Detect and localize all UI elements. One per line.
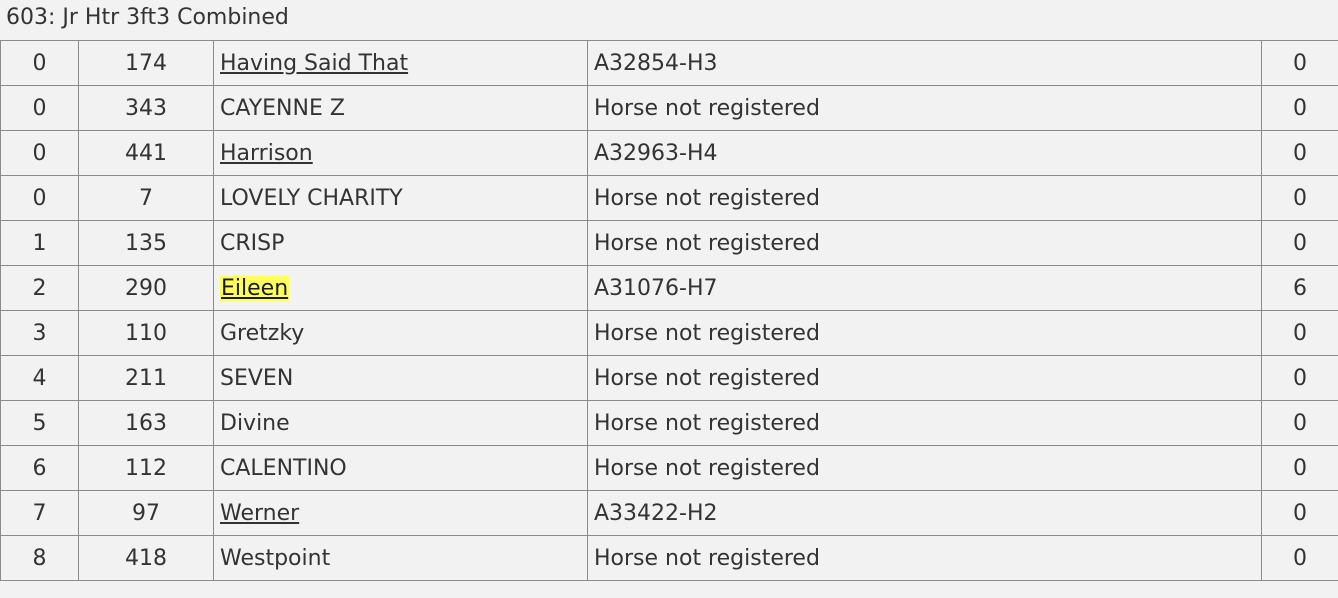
entry-number-cell: 290 <box>78 265 214 311</box>
entry-number-cell: 7 <box>78 175 214 221</box>
place-cell: 1 <box>0 220 79 266</box>
horse-name-link[interactable]: Werner <box>220 501 299 526</box>
entry-number-cell: 441 <box>78 130 214 176</box>
table-row: 3 110 Gretzky Horse not registered 0 <box>0 310 1338 356</box>
entry-number-cell: 211 <box>78 355 214 401</box>
registration-cell: A32963-H4 <box>587 130 1262 176</box>
horse-name-link[interactable]: Having Said That <box>220 51 408 76</box>
horse-name-text: Gretzky <box>220 320 305 346</box>
points-cell: 0 <box>1261 310 1338 356</box>
registration-cell: Horse not registered <box>587 445 1262 491</box>
horse-name-cell: CALENTINO <box>213 445 588 491</box>
entry-number-cell: 163 <box>78 400 214 446</box>
registration-cell: Horse not registered <box>587 175 1262 221</box>
horse-name-cell: CAYENNE Z <box>213 85 588 131</box>
registration-cell: A31076-H7 <box>587 265 1262 311</box>
horse-name-cell: Having Said That <box>213 40 588 86</box>
points-cell: 0 <box>1261 355 1338 401</box>
entry-number-cell: 343 <box>78 85 214 131</box>
horse-name-cell: LOVELY CHARITY <box>213 175 588 221</box>
horse-name-text: Divine <box>220 410 290 436</box>
place-cell: 3 <box>0 310 79 356</box>
place-cell: 0 <box>0 130 79 176</box>
table-row: 4 211 SEVEN Horse not registered 0 <box>0 355 1338 401</box>
table-row: 0 343 CAYENNE Z Horse not registered 0 <box>0 85 1338 131</box>
class-title: 603: Jr Htr 3ft3 Combined <box>6 5 289 30</box>
place-cell: 6 <box>0 445 79 491</box>
registration-cell: A33422-H2 <box>587 490 1262 536</box>
registration-cell: Horse not registered <box>587 220 1262 266</box>
entry-number-cell: 97 <box>78 490 214 536</box>
horse-name-cell: CRISP <box>213 220 588 266</box>
points-cell: 6 <box>1261 265 1338 311</box>
horse-name-link[interactable]: Harrison <box>220 141 313 166</box>
horse-name-text: CAYENNE Z <box>220 95 345 121</box>
place-cell: 0 <box>0 85 79 131</box>
place-cell: 2 <box>0 265 79 311</box>
place-cell: 0 <box>0 175 79 221</box>
horse-name-text: SEVEN <box>220 365 294 391</box>
place-cell: 5 <box>0 400 79 446</box>
points-cell: 0 <box>1261 85 1338 131</box>
points-cell: 0 <box>1261 535 1338 581</box>
table-row: 8 418 Westpoint Horse not registered 0 <box>0 535 1338 581</box>
table-row: 0 441 Harrison A32963-H4 0 <box>0 130 1338 176</box>
horse-name-text: Westpoint <box>220 545 331 571</box>
place-cell: 4 <box>0 355 79 401</box>
points-cell: 0 <box>1261 40 1338 86</box>
place-cell: 8 <box>0 535 79 581</box>
results-table-body: 0 174 Having Said That A32854-H3 0 0 343 CAYENN… <box>0 40 1338 581</box>
entry-number-cell: 418 <box>78 535 214 581</box>
entry-number-cell: 135 <box>78 220 214 266</box>
horse-name-text: CRISP <box>220 230 285 256</box>
table-row: 0 174 Having Said That A32854-H3 0 <box>0 40 1338 86</box>
entry-number-cell: 110 <box>78 310 214 356</box>
table-row: 7 97 Werner A33422-H2 0 <box>0 490 1338 536</box>
points-cell: 0 <box>1261 445 1338 491</box>
table-row: 0 7 LOVELY CHARITY Horse not registered 0 <box>0 175 1338 221</box>
registration-cell: Horse not registered <box>587 400 1262 446</box>
points-cell: 0 <box>1261 490 1338 536</box>
horse-name-cell: Eileen <box>213 265 588 311</box>
place-cell: 0 <box>0 40 79 86</box>
horse-name-cell: Werner <box>213 490 588 536</box>
registration-cell: Horse not registered <box>587 85 1262 131</box>
horse-name-cell: Harrison <box>213 130 588 176</box>
place-cell: 7 <box>0 490 79 536</box>
points-cell: 0 <box>1261 400 1338 446</box>
horse-name-link[interactable]: Eileen <box>220 275 290 301</box>
horse-name-cell: SEVEN <box>213 355 588 401</box>
points-cell: 0 <box>1261 130 1338 176</box>
entry-number-cell: 174 <box>78 40 214 86</box>
registration-cell: Horse not registered <box>587 355 1262 401</box>
horse-name-text: CALENTINO <box>220 455 347 481</box>
horse-name-cell: Gretzky <box>213 310 588 356</box>
registration-cell: Horse not registered <box>587 535 1262 581</box>
table-row: 5 163 Divine Horse not registered 0 <box>0 400 1338 446</box>
horse-name-cell: Divine <box>213 400 588 446</box>
registration-cell: Horse not registered <box>587 310 1262 356</box>
table-row: 2 290 Eileen A31076-H7 6 <box>0 265 1338 311</box>
registration-cell: A32854-H3 <box>587 40 1262 86</box>
horse-name-text: LOVELY CHARITY <box>220 185 403 211</box>
table-row: 1 135 CRISP Horse not registered 0 <box>0 220 1338 266</box>
table-row: 6 112 CALENTINO Horse not registered 0 <box>0 445 1338 491</box>
horse-name-cell: Westpoint <box>213 535 588 581</box>
points-cell: 0 <box>1261 175 1338 221</box>
points-cell: 0 <box>1261 220 1338 266</box>
results-table: 0 174 Having Said That A32854-H3 0 0 343 CAYENN… <box>0 40 1338 581</box>
entry-number-cell: 112 <box>78 445 214 491</box>
